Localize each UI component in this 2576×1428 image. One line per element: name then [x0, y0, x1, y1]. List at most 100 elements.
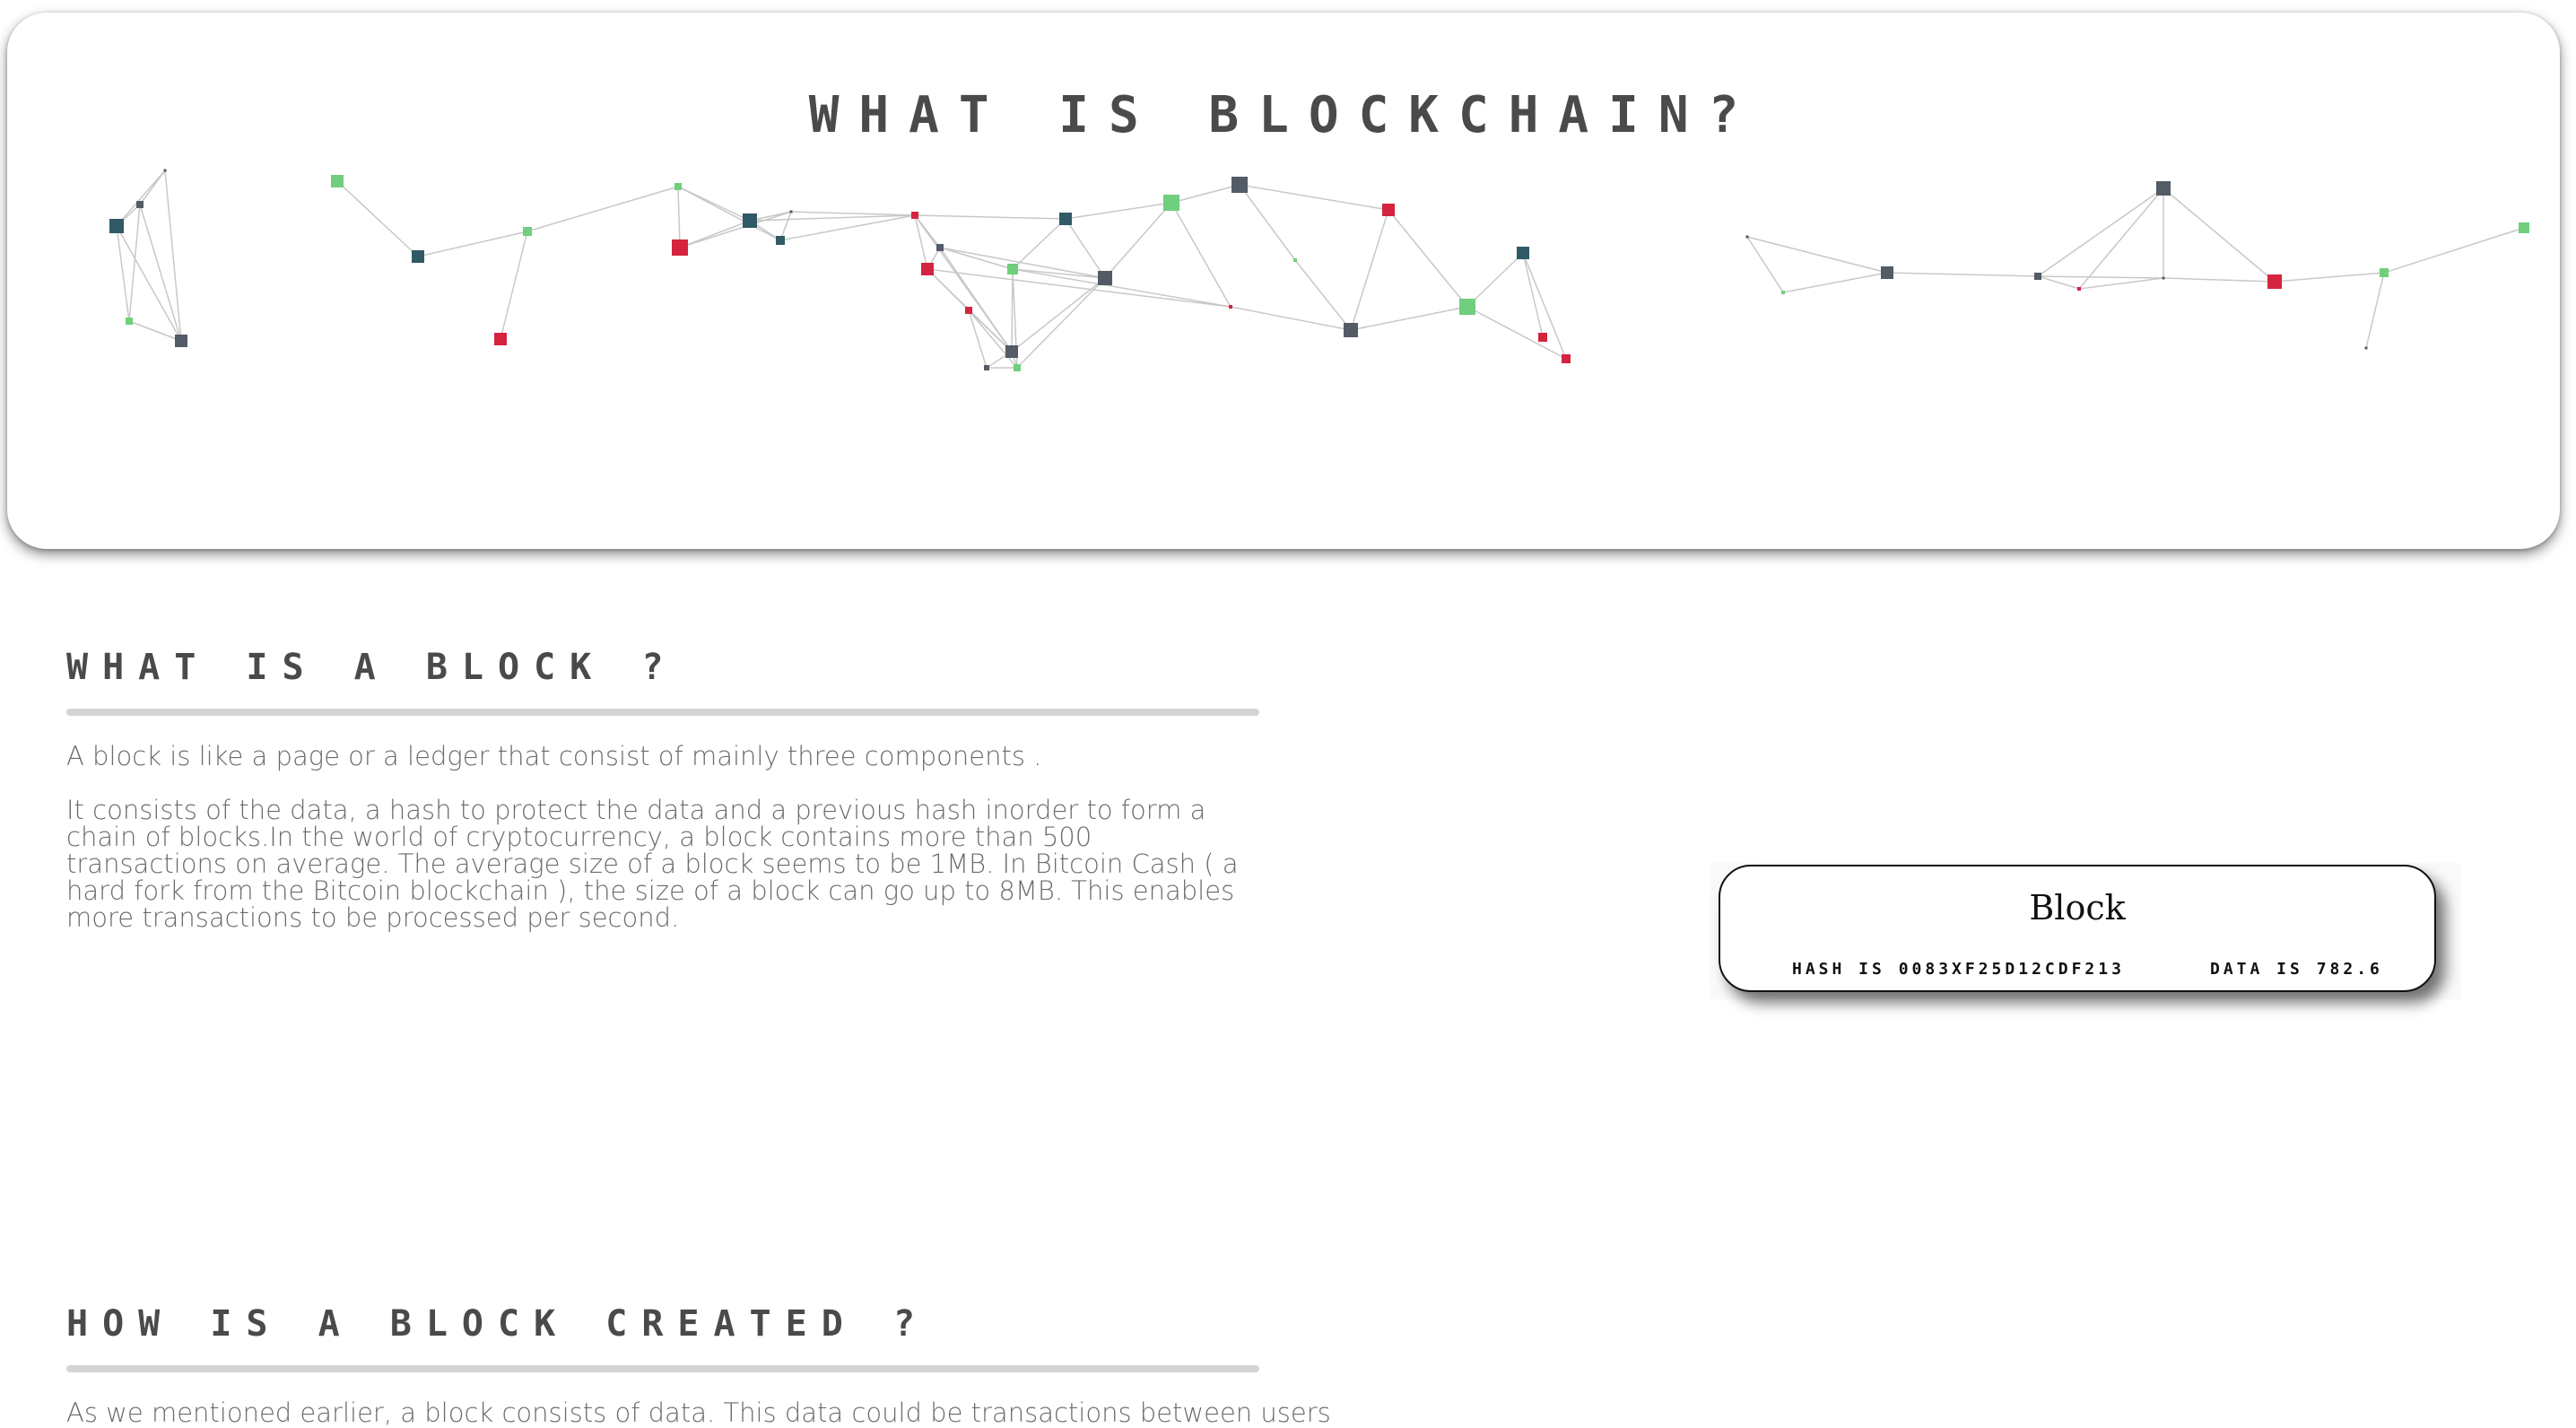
network-node	[936, 244, 944, 251]
section-how-is-a-block-created: HOW IS A BLOCK CREATED ? As we mentioned…	[66, 1303, 1331, 1428]
network-edge	[1016, 277, 1106, 369]
network-node	[136, 201, 144, 208]
network-edge	[1239, 184, 1389, 211]
network-edge	[2163, 277, 2276, 283]
network-edge	[1294, 259, 1352, 331]
network-node	[911, 212, 918, 219]
network-node	[175, 335, 187, 347]
network-node	[1745, 235, 1749, 239]
network-node	[163, 169, 167, 172]
network-node	[2380, 268, 2389, 277]
network-node	[1344, 323, 1358, 337]
network-node	[984, 365, 989, 370]
block-card[interactable]: Block HASH IS 0083XF25D12CDF213 DATA IS …	[1719, 865, 2436, 992]
network-node	[1881, 266, 1893, 279]
network-node	[674, 183, 682, 190]
network-edge	[790, 211, 916, 216]
network-edge	[1782, 272, 1888, 293]
network-edge	[1171, 202, 1231, 308]
network-edge	[1466, 306, 1567, 360]
section-intro-text: A block is like a page or a ledger that …	[66, 741, 1042, 771]
network-edge	[128, 204, 141, 322]
network-edge	[1171, 184, 1240, 204]
network-edge	[2163, 187, 2276, 283]
network-edge	[677, 186, 681, 248]
network-node	[1459, 299, 1475, 315]
section-what-is-a-block: WHAT IS A BLOCK ? A block is like a page…	[66, 649, 1259, 931]
network-node	[1517, 247, 1529, 259]
network-node	[2364, 346, 2368, 350]
network-edge	[2365, 272, 2385, 349]
network-edge	[527, 186, 679, 232]
network-node	[672, 239, 688, 256]
network-node	[1382, 204, 1395, 216]
network-edge	[1350, 209, 1389, 331]
network-node	[1562, 354, 1571, 363]
network-edge	[1104, 202, 1172, 279]
divider	[66, 1365, 1259, 1372]
network-edge	[2037, 275, 2080, 290]
network-node	[1781, 291, 1785, 294]
block-data-label: DATA IS 782.6	[2210, 960, 2383, 979]
section-body-text: It consists of the data, a hash to prote…	[66, 795, 1239, 933]
network-node	[2267, 274, 2282, 289]
network-edge	[1388, 209, 1468, 308]
network-node	[921, 263, 934, 275]
network-edge	[1466, 252, 1524, 308]
network-edge	[2037, 275, 2164, 279]
network-node	[2034, 273, 2041, 280]
network-node	[126, 318, 133, 325]
section-intro-text: As we mentioned earlier, a block consist…	[66, 1398, 1331, 1428]
network-node	[1231, 177, 1248, 193]
section-heading: HOW IS A BLOCK CREATED ?	[66, 1303, 929, 1345]
network-node	[1014, 364, 1021, 371]
network-node	[2156, 181, 2171, 196]
network-node	[412, 250, 424, 263]
network-edge	[1746, 236, 1888, 274]
network-edge	[139, 170, 166, 205]
network-edge	[914, 214, 1066, 220]
network-edge	[2078, 277, 2164, 290]
network-node	[1059, 213, 1072, 225]
network-edge	[1012, 218, 1066, 270]
network-node	[2519, 222, 2529, 233]
network-node	[109, 219, 124, 233]
network-node	[1163, 195, 1179, 211]
network-node	[331, 175, 344, 187]
network-node	[1538, 333, 1547, 342]
network-node	[776, 236, 785, 245]
network-edge	[1065, 218, 1106, 279]
network-node	[789, 210, 793, 213]
network-edge	[1350, 306, 1468, 331]
network-edge	[927, 268, 1231, 308]
network-edge	[1012, 268, 1231, 308]
network-edge	[116, 225, 130, 322]
network-edge	[336, 180, 419, 257]
network-node	[1007, 264, 1018, 274]
network-node	[1098, 271, 1112, 285]
network-node	[494, 333, 507, 345]
network-edge	[2383, 227, 2525, 274]
network-node	[1293, 258, 1297, 262]
network-node	[743, 213, 757, 228]
network-edge	[2274, 272, 2385, 283]
network-edge	[1230, 306, 1352, 331]
block-card-area: Block HASH IS 0083XF25D12CDF213 DATA IS …	[1710, 863, 2461, 999]
network-node	[965, 307, 972, 314]
network-node	[523, 227, 532, 236]
block-hash-label: HASH IS 0083XF25D12CDF213	[1792, 960, 2125, 979]
network-edge	[914, 214, 1013, 353]
network-node	[2162, 276, 2165, 280]
network-edge	[1886, 272, 2039, 277]
divider	[66, 709, 1259, 716]
section-heading: WHAT IS A BLOCK ?	[66, 647, 678, 688]
network-node	[1229, 305, 1232, 309]
network-edge	[417, 231, 528, 257]
network-edge	[1065, 202, 1172, 220]
page-title: WHAT IS BLOCKCHAIN?	[808, 86, 1759, 144]
hero-banner: WHAT IS BLOCKCHAIN?	[7, 13, 2560, 549]
network-edge	[500, 231, 528, 340]
network-edge	[1011, 268, 1014, 353]
block-card-title: Block	[2029, 888, 2126, 927]
network-edge	[1522, 252, 1567, 360]
